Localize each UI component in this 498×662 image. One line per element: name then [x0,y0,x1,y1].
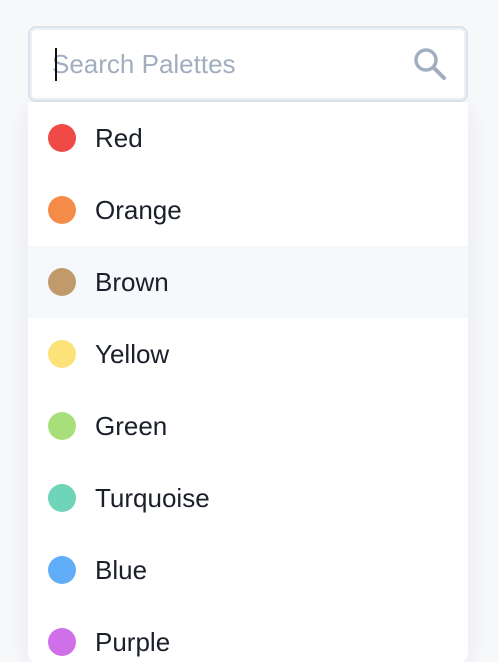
palette-label: Yellow [95,338,170,369]
text-caret [55,48,57,81]
palette-label: Red [95,122,143,153]
palette-option-blue[interactable]: Blue [28,534,468,606]
palette-option-yellow[interactable]: Yellow [28,318,468,390]
color-swatch-purple [48,628,76,656]
palette-option-turquoise[interactable]: Turquoise [28,462,468,534]
search-icon[interactable] [412,46,448,82]
palette-label: Blue [95,554,148,585]
palette-option-green[interactable]: Green [28,390,468,462]
color-swatch-turquoise [48,484,76,512]
palette-option-red[interactable]: Red [28,102,468,174]
palette-option-purple[interactable]: Purple [28,606,468,662]
palette-label: Turquoise [95,482,210,513]
palette-option-orange[interactable]: Orange [28,174,468,246]
palette-option-brown[interactable]: Brown [28,246,468,318]
color-swatch-brown [48,268,76,296]
palette-label: Brown [95,266,169,297]
palette-search-box[interactable] [28,26,468,102]
color-swatch-blue [48,556,76,584]
palette-label: Purple [95,626,171,657]
color-swatch-red [48,124,76,152]
search-input[interactable] [52,28,402,100]
palette-label: Orange [95,194,182,225]
palette-dropdown-list: Red Orange Brown Yellow Green Turquoise … [28,102,468,662]
color-swatch-green [48,412,76,440]
color-swatch-yellow [48,340,76,368]
palette-label: Green [95,410,168,441]
color-swatch-orange [48,196,76,224]
